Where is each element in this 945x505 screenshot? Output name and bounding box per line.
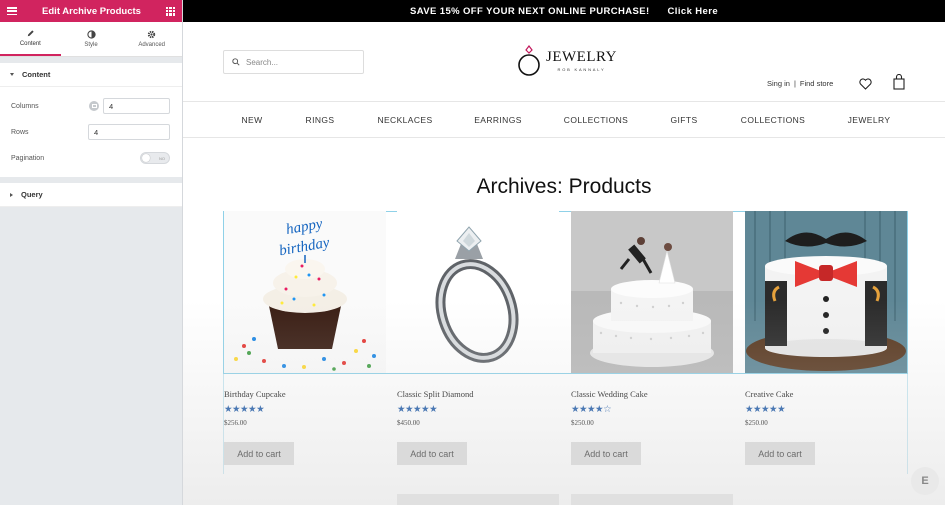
- add-to-cart-button[interactable]: Add to cart: [571, 442, 641, 465]
- editor-panel: Edit Archive Products Content Style Adva…: [0, 0, 183, 505]
- promo-text: SAVE 15% OFF YOUR NEXT ONLINE PURCHASE!: [409, 5, 650, 17]
- panel-tabs: Content Style Advanced: [0, 22, 182, 57]
- logo-sub-text: ROB KANNALY: [557, 67, 606, 72]
- product-image-creative-cake[interactable]: [745, 211, 907, 373]
- widgets-grid-icon[interactable]: [166, 6, 175, 16]
- search-placeholder: Search...: [246, 57, 279, 67]
- pencil-icon: [27, 30, 34, 37]
- page-title: Archives: Products: [476, 175, 652, 198]
- tab-advanced[interactable]: Advanced: [121, 22, 182, 56]
- gear-icon: [147, 30, 156, 39]
- columns-input[interactable]: 4: [103, 98, 170, 114]
- nav-item-new[interactable]: NEW: [241, 115, 262, 125]
- nav-item-necklaces[interactable]: NECKLACES: [377, 115, 432, 125]
- next-row-product-placeholder: [397, 494, 559, 505]
- product-card: Classic Split Diamond ★★★★★ $450.00 Add …: [397, 211, 559, 465]
- query-section: Query: [0, 183, 182, 207]
- menu-icon[interactable]: [7, 7, 17, 15]
- ring-logo-icon: [518, 45, 540, 76]
- heart-icon[interactable]: [859, 78, 872, 90]
- nav-item-earrings[interactable]: EARRINGS: [474, 115, 522, 125]
- add-to-cart-button[interactable]: Add to cart: [745, 442, 815, 465]
- rows-control: Rows 4: [0, 119, 182, 145]
- pagination-label: Pagination: [11, 154, 45, 162]
- shopping-bag-icon[interactable]: [893, 74, 905, 90]
- query-section-title: Query: [21, 190, 43, 199]
- query-section-header[interactable]: Query: [0, 183, 182, 207]
- contrast-icon: [86, 30, 96, 39]
- nav-item-collections-2[interactable]: COLLECTIONS: [741, 115, 805, 125]
- elementor-logo-icon[interactable]: E: [911, 467, 939, 495]
- tab-advanced-label: Advanced: [138, 42, 166, 48]
- site-header: Search... JEWELRY ROB KANNALY Sing in | …: [183, 22, 945, 102]
- nav-item-rings[interactable]: RINGS: [306, 115, 335, 125]
- pagination-toggle[interactable]: NO: [140, 152, 170, 164]
- find-store-link[interactable]: Find store: [800, 79, 833, 88]
- account-links: Sing in | Find store: [767, 79, 833, 88]
- columns-label: Columns: [11, 102, 39, 110]
- product-name[interactable]: Creative Cake: [745, 389, 907, 399]
- content-section-header[interactable]: Content: [0, 63, 182, 87]
- panel-header: Edit Archive Products: [0, 0, 182, 22]
- promo-bar: SAVE 15% OFF YOUR NEXT ONLINE PURCHASE! …: [183, 0, 945, 22]
- product-image-classic-split-diamond[interactable]: [397, 211, 559, 373]
- caret-right-icon: [10, 192, 13, 197]
- product-card: Creative Cake ★★★★★ $250.00 Add to cart: [745, 211, 907, 465]
- product-name[interactable]: Classic Split Diamond: [397, 389, 559, 399]
- main-nav: NEW RINGS NECKLACES EARRINGS COLLECTIONS…: [183, 101, 945, 138]
- promo-link[interactable]: Click Here: [668, 6, 718, 17]
- product-image-birthday-cupcake[interactable]: happy birthday: [224, 211, 386, 373]
- star-rating: ★★★★★: [745, 404, 786, 415]
- star-rating: ★★★★★: [397, 404, 438, 415]
- panel-title: Edit Archive Products: [42, 5, 141, 17]
- product-card: Classic Wedding Cake ★★★★☆ $250.00 Add t…: [571, 211, 733, 465]
- site-logo[interactable]: JEWELRY ROB KANNALY: [517, 44, 617, 78]
- tab-style-label: Style: [84, 42, 98, 48]
- divider: |: [793, 79, 796, 88]
- star-rating: ★★★★★: [224, 404, 265, 415]
- product-price: $450.00: [397, 419, 420, 427]
- responsive-desktop-icon[interactable]: [89, 101, 99, 111]
- product-price: $250.00: [745, 419, 768, 427]
- nav-item-collections[interactable]: COLLECTIONS: [564, 115, 628, 125]
- product-price: $256.00: [224, 419, 247, 427]
- nav-item-gifts[interactable]: GIFTS: [670, 115, 697, 125]
- tab-content-label: Content: [19, 41, 41, 47]
- product-name[interactable]: Birthday Cupcake: [224, 389, 386, 399]
- product-name[interactable]: Classic Wedding Cake: [571, 389, 733, 399]
- add-to-cart-button[interactable]: Add to cart: [224, 442, 294, 465]
- pagination-control: Pagination NO: [0, 145, 182, 171]
- search-icon: [232, 58, 240, 66]
- sign-in-link[interactable]: Sing in: [767, 79, 790, 88]
- tab-style[interactable]: Style: [61, 22, 122, 56]
- search-input[interactable]: Search...: [223, 50, 364, 74]
- nav-item-jewelry[interactable]: JEWELRY: [848, 115, 891, 125]
- rows-input[interactable]: 4: [88, 124, 170, 140]
- app-root: Edit Archive Products Content Style Adva…: [0, 0, 945, 505]
- rows-label: Rows: [11, 128, 29, 136]
- star-rating: ★★★★☆: [571, 404, 612, 415]
- product-image-classic-wedding-cake[interactable]: [571, 211, 733, 373]
- caret-down-icon: [10, 73, 14, 76]
- add-to-cart-button[interactable]: Add to cart: [397, 442, 467, 465]
- tab-content[interactable]: Content: [0, 22, 61, 56]
- content-section: Content Columns 4 Rows 4 Pagination NO: [0, 63, 182, 177]
- columns-control: Columns 4: [0, 93, 182, 119]
- content-section-title: Content: [22, 70, 51, 79]
- site-preview: SAVE 15% OFF YOUR NEXT ONLINE PURCHASE! …: [183, 0, 945, 505]
- product-card: happy birthday Birthday Cupcake ★★★★★ $2…: [224, 211, 386, 465]
- product-price: $250.00: [571, 419, 594, 427]
- logo-main-text: JEWELRY: [546, 49, 617, 65]
- next-row-product-placeholder: [571, 494, 733, 505]
